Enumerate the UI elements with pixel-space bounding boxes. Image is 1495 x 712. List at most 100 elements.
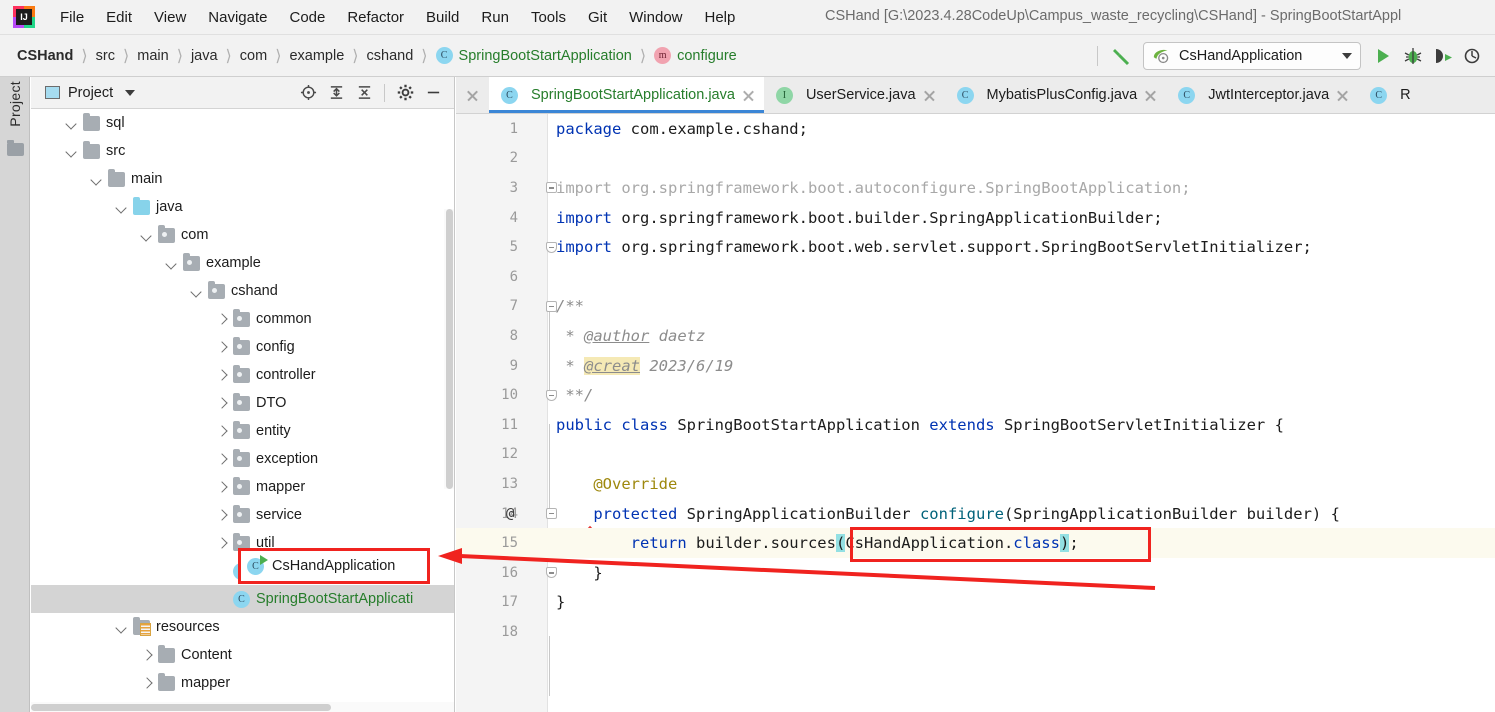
- tree-item-cshand[interactable]: cshand: [31, 277, 454, 305]
- close-icon[interactable]: [1144, 89, 1157, 102]
- chevron-right-icon[interactable]: [214, 367, 230, 383]
- run-configuration-selector[interactable]: CsHandApplication: [1143, 41, 1361, 70]
- close-icon[interactable]: [742, 89, 755, 102]
- tree-item-resources[interactable]: resources: [31, 613, 454, 641]
- fold-toggle-icon[interactable]: [544, 499, 558, 529]
- tree-item-dto[interactable]: DTO: [31, 389, 454, 417]
- tree-item-common[interactable]: common: [31, 305, 454, 333]
- chevron-down-icon[interactable]: [164, 255, 180, 271]
- editor-tab-mybatisplusconfig[interactable]: C MybatisPlusConfig.java: [945, 77, 1167, 113]
- fold-toggle-icon[interactable]: [544, 173, 558, 203]
- menu-file[interactable]: File: [49, 6, 95, 29]
- breadcrumb-item-com[interactable]: com: [237, 46, 270, 66]
- breadcrumb-item-method[interactable]: m configure: [651, 45, 740, 66]
- menu-view[interactable]: View: [143, 6, 197, 29]
- menu-navigate[interactable]: Navigate: [197, 6, 278, 29]
- chevron-down-icon[interactable]: [64, 143, 80, 159]
- close-icon[interactable]: [1336, 89, 1349, 102]
- scrollbar-thumb[interactable]: [31, 704, 331, 711]
- fold-end-icon[interactable]: [544, 380, 558, 410]
- editor-tab-truncated[interactable]: C R: [1358, 77, 1419, 113]
- fold-toggle-icon[interactable]: [544, 292, 558, 322]
- annotation-tree-item-cshandapplication[interactable]: C CsHandApplication: [244, 552, 426, 580]
- javadoc-creat-tag: @creat: [584, 356, 640, 375]
- chevron-right-icon[interactable]: [214, 395, 230, 411]
- editor-tab-jwtinterceptor[interactable]: C JwtInterceptor.java: [1166, 77, 1358, 113]
- chevron-right-icon[interactable]: [214, 339, 230, 355]
- run-button[interactable]: [1369, 42, 1397, 70]
- tree-item-mapper[interactable]: mapper: [31, 473, 454, 501]
- profiler-button[interactable]: [1459, 42, 1487, 70]
- tree-item-com[interactable]: com: [31, 221, 454, 249]
- collapse-all-icon[interactable]: [351, 81, 377, 105]
- gear-icon[interactable]: [392, 81, 418, 105]
- chevron-right-icon[interactable]: [214, 311, 230, 327]
- chevron-right-icon[interactable]: [139, 647, 155, 663]
- menu-refactor[interactable]: Refactor: [336, 6, 415, 29]
- build-project-button[interactable]: [1107, 42, 1135, 70]
- tree-vertical-scrollbar[interactable]: [444, 209, 454, 489]
- menu-code[interactable]: Code: [278, 6, 336, 29]
- chevron-down-icon[interactable]: [125, 89, 136, 96]
- tree-item-sql[interactable]: sql: [31, 109, 454, 137]
- menu-window[interactable]: Window: [618, 6, 693, 29]
- menu-build[interactable]: Build: [415, 6, 470, 29]
- tree-horizontal-scrollbar[interactable]: [31, 702, 454, 712]
- editor-tab-springbootstartapplication[interactable]: C SpringBootStartApplication.java: [489, 77, 764, 113]
- menu-edit[interactable]: Edit: [95, 6, 143, 29]
- project-tree[interactable]: sql src main java com example cshand common conf…: [31, 109, 454, 712]
- tree-item-exception[interactable]: exception: [31, 445, 454, 473]
- fold-end-icon[interactable]: [544, 232, 558, 262]
- fold-end-icon[interactable]: [544, 558, 558, 588]
- tree-item-java[interactable]: java: [31, 193, 454, 221]
- scrollbar-thumb[interactable]: [446, 209, 453, 489]
- locate-icon[interactable]: [295, 81, 321, 105]
- tree-item-entity[interactable]: entity: [31, 417, 454, 445]
- tree-item-src[interactable]: src: [31, 137, 454, 165]
- editor-tab-userservice[interactable]: I UserService.java: [764, 77, 945, 113]
- override-method-icon[interactable]: [487, 507, 594, 539]
- chevron-right-icon[interactable]: [139, 675, 155, 691]
- chevron-down-icon[interactable]: [89, 171, 105, 187]
- code-editor[interactable]: 1 package com.example.cshand; 2 3 import…: [456, 114, 1495, 712]
- tree-item-mapper[interactable]: mapper: [31, 669, 454, 697]
- breadcrumb-item-java[interactable]: java: [188, 46, 221, 66]
- chevron-down-icon[interactable]: [114, 619, 130, 635]
- breadcrumb-item-class[interactable]: C SpringBootStartApplication: [433, 45, 635, 66]
- breadcrumb-item-example[interactable]: example: [286, 46, 347, 66]
- chevron-down-icon[interactable]: [114, 199, 130, 215]
- tool-window-button-project[interactable]: Project: [0, 81, 30, 231]
- tree-item-main[interactable]: main: [31, 165, 454, 193]
- debug-button[interactable]: [1399, 42, 1427, 70]
- run-with-coverage-button[interactable]: [1429, 42, 1457, 70]
- chevron-right-icon[interactable]: [214, 535, 230, 551]
- chevron-right-icon[interactable]: [214, 479, 230, 495]
- annotation-tree-label: CsHandApplication: [272, 558, 396, 574]
- menu-help[interactable]: Help: [694, 6, 747, 29]
- breadcrumb-item-main[interactable]: main: [134, 46, 171, 66]
- breadcrumb-item-cshand-pkg[interactable]: cshand: [364, 46, 417, 66]
- close-all-tabs-button[interactable]: [456, 77, 489, 113]
- tree-item-springbootstartapplicati[interactable]: C SpringBootStartApplicati: [31, 585, 454, 613]
- menu-run[interactable]: Run: [470, 6, 520, 29]
- tree-item-config[interactable]: config: [31, 333, 454, 361]
- close-icon[interactable]: [923, 89, 936, 102]
- tree-item-example[interactable]: example: [31, 249, 454, 277]
- menu-tools[interactable]: Tools: [520, 6, 577, 29]
- chevron-right-icon[interactable]: [214, 451, 230, 467]
- chevron-down-icon[interactable]: [1342, 52, 1352, 59]
- tree-item-service[interactable]: service: [31, 501, 454, 529]
- hide-icon[interactable]: [420, 81, 446, 105]
- breadcrumb-item-cshand[interactable]: CSHand: [14, 46, 76, 66]
- expand-all-icon[interactable]: [323, 81, 349, 105]
- chevron-right-icon[interactable]: [214, 507, 230, 523]
- tree-item-controller[interactable]: controller: [31, 361, 454, 389]
- tree-item-content[interactable]: Content: [31, 641, 454, 669]
- annotation-gutter-icon[interactable]: @: [506, 506, 514, 522]
- chevron-down-icon[interactable]: [64, 115, 80, 131]
- menu-git[interactable]: Git: [577, 6, 618, 29]
- chevron-down-icon[interactable]: [139, 227, 155, 243]
- chevron-down-icon[interactable]: [189, 283, 205, 299]
- breadcrumb-item-src[interactable]: src: [93, 46, 118, 66]
- chevron-right-icon[interactable]: [214, 423, 230, 439]
